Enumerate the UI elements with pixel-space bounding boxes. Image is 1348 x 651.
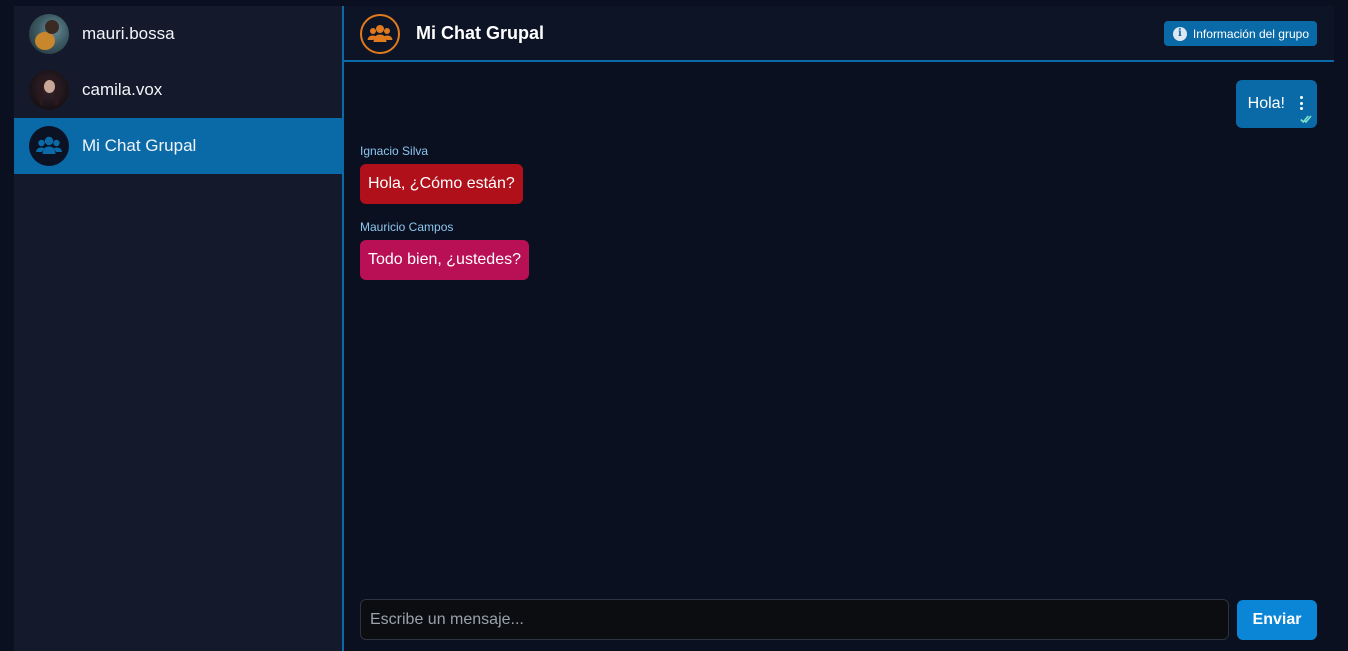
contact-name: Mi Chat Grupal bbox=[82, 136, 197, 155]
send-button[interactable]: Enviar bbox=[1237, 600, 1317, 640]
contact-item-mi-chat-grupal[interactable]: Mi Chat Grupal bbox=[14, 118, 342, 174]
chat-header: Mi Chat Grupal i Información del grupo bbox=[344, 6, 1334, 62]
message-input[interactable] bbox=[360, 599, 1229, 640]
group-info-label: Información del grupo bbox=[1192, 26, 1309, 41]
contact-item-mauri-bossa[interactable]: mauri.bossa bbox=[14, 6, 342, 62]
message-text: Hola! bbox=[1247, 95, 1285, 112]
message-text: Hola, ¿Cómo están? bbox=[368, 175, 515, 192]
avatar bbox=[29, 70, 69, 110]
group-icon bbox=[360, 14, 400, 54]
own-message: Hola! bbox=[1235, 80, 1317, 128]
contact-name: mauri.bossa bbox=[82, 24, 175, 43]
chat-title: Mi Chat Grupal bbox=[416, 23, 545, 43]
avatar bbox=[29, 14, 69, 54]
sender-name: Ignacio Silva bbox=[360, 144, 429, 158]
contact-item-camila-vox[interactable]: camila.vox bbox=[14, 62, 342, 118]
chat-app: mauri.bossa camila.vox Mi Chat Grupal Mi… bbox=[0, 0, 1348, 651]
group-info-button[interactable]: i Información del grupo bbox=[1163, 21, 1317, 46]
message-options-icon[interactable] bbox=[1300, 96, 1304, 111]
contact-name: camila.vox bbox=[82, 80, 163, 99]
message-list: Hola! Ignacio Silva Hola, ¿Cómo están? M… bbox=[344, 64, 1334, 584]
message-text: Todo bien, ¿ustedes? bbox=[368, 251, 521, 268]
double-check-icon bbox=[1300, 115, 1312, 124]
info-icon: i bbox=[1172, 26, 1187, 41]
message-bubble: Hola, ¿Cómo están? bbox=[360, 164, 523, 204]
group-icon bbox=[29, 126, 69, 166]
message-bubble: Todo bien, ¿ustedes? bbox=[360, 240, 529, 280]
chat-panel: Mi Chat Grupal i Información del grupo H… bbox=[344, 6, 1334, 651]
contacts-sidebar: mauri.bossa camila.vox Mi Chat Grupal bbox=[14, 6, 342, 651]
sender-name: Mauricio Campos bbox=[360, 220, 454, 234]
